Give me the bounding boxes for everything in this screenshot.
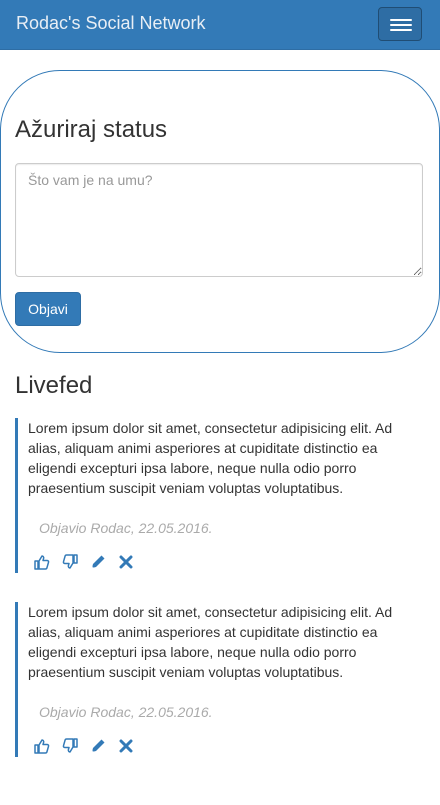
post-status-button[interactable]: Objavi [15,292,81,326]
navbar-brand[interactable]: Rodac's Social Network [16,13,206,33]
feed-title: Livefed [15,372,93,399]
close-icon[interactable] [117,737,135,755]
status-textarea[interactable] [15,163,423,277]
navbar: Rodac's Social Network [0,0,440,50]
post-meta: Objavio Rodac, 22.05.2016. [39,520,213,536]
status-title: Ažuriraj status [15,116,168,143]
post-text: Lorem ipsum dolor sit amet, consectetur … [28,604,393,680]
post-card: Lorem ipsum dolor sit amet, consectetur … [15,602,425,757]
close-icon[interactable] [117,553,135,571]
thumbs-down-icon[interactable] [61,737,79,755]
navbar-toggle-button[interactable] [378,7,422,41]
post-text: Lorem ipsum dolor sit amet, consectetur … [28,420,393,496]
thumbs-down-icon[interactable] [61,553,79,571]
pencil-icon[interactable] [89,737,107,755]
thumbs-up-icon[interactable] [33,737,51,755]
post-meta: Objavio Rodac, 22.05.2016. [39,704,213,720]
post-card: Lorem ipsum dolor sit amet, consectetur … [15,418,425,573]
thumbs-up-icon[interactable] [33,553,51,571]
pencil-icon[interactable] [89,553,107,571]
